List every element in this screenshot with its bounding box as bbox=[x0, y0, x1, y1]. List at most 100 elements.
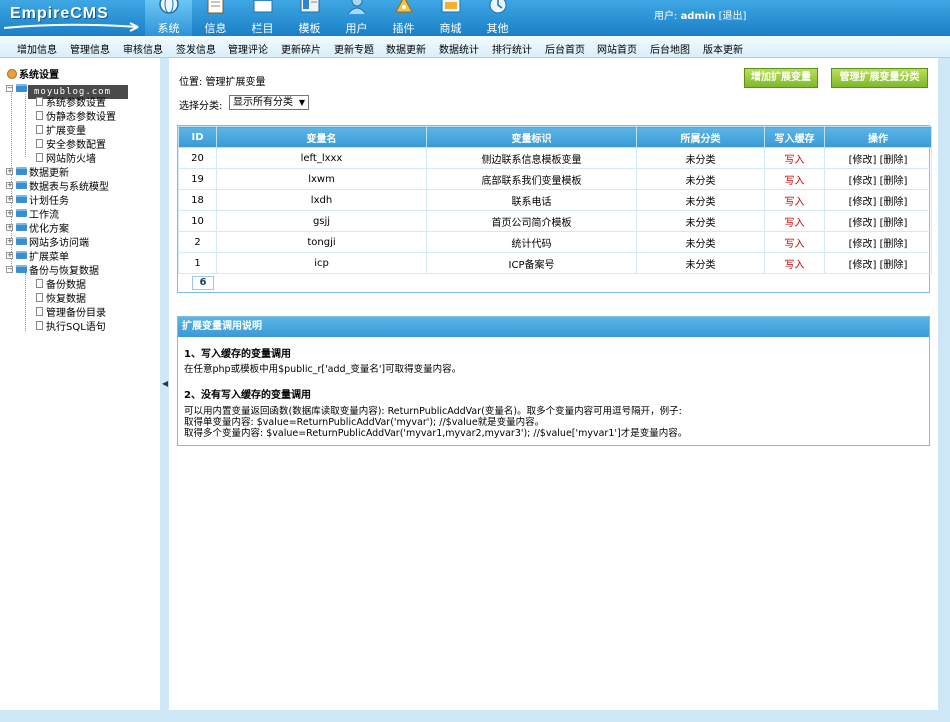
folder-icon bbox=[16, 181, 27, 189]
row-actions[interactable]: [修改] [删除] bbox=[824, 252, 932, 274]
expand-icon[interactable]: + bbox=[6, 209, 13, 217]
submenu-review-info[interactable]: 审核信息 bbox=[123, 41, 163, 56]
sidebar-item-backup-data[interactable]: 备份数据 bbox=[36, 276, 86, 291]
table-row: 1 icp ICP备案号 未分类 写入 [修改] [删除] bbox=[178, 252, 932, 274]
sidebar-item-data-update[interactable]: + 数据更新 bbox=[6, 164, 69, 179]
tree-line bbox=[25, 94, 26, 157]
row-actions[interactable]: [修改] [删除] bbox=[824, 189, 932, 211]
row-actions[interactable]: [修改] [删除] bbox=[824, 147, 932, 169]
row-actions[interactable]: [修改] [删除] bbox=[824, 168, 932, 190]
row-actions[interactable]: [修改] [删除] bbox=[824, 210, 932, 232]
breadcrumb: 位置: 管理扩展变量 bbox=[179, 77, 266, 88]
sidebar-item-rewrite-params[interactable]: 伪静态参数设置 bbox=[36, 108, 116, 123]
cache-status: 写入 bbox=[764, 189, 825, 211]
submenu-update-fragments[interactable]: 更新碎片 bbox=[281, 41, 321, 56]
sidebar-item-system-params[interactable]: 系统参数设置 bbox=[36, 94, 106, 109]
table-row: 18 lxdh 联系电话 未分类 写入 [修改] [删除] bbox=[178, 189, 932, 211]
username: admin bbox=[680, 11, 716, 22]
settings-gear-icon bbox=[7, 68, 17, 79]
expand-icon[interactable]: + bbox=[6, 223, 13, 231]
globe-icon bbox=[159, 0, 179, 14]
document-icon bbox=[36, 152, 43, 162]
document-icon bbox=[36, 110, 43, 120]
sidebar-item-optimize[interactable]: + 优化方案 bbox=[6, 220, 69, 235]
sidebar-item-backup-dirs[interactable]: 管理备份目录 bbox=[36, 304, 106, 319]
dropdown-arrow-icon: ▼ bbox=[298, 98, 305, 107]
nav-shop[interactable]: 商城 bbox=[427, 0, 474, 36]
page-count[interactable]: 6 bbox=[192, 276, 214, 290]
sidebar-splitter[interactable]: ◀ bbox=[160, 58, 169, 710]
folder-icon bbox=[16, 251, 27, 259]
row-actions[interactable]: [修改] [删除] bbox=[824, 231, 932, 253]
col-var-name: 变量名 bbox=[216, 126, 427, 148]
sidebar-item-extend-vars[interactable]: 扩展变量 bbox=[36, 122, 86, 137]
col-id: ID bbox=[178, 126, 217, 148]
collapse-icon[interactable]: − bbox=[6, 265, 13, 273]
nav-plugin[interactable]: 插件 bbox=[380, 0, 427, 36]
main-content: 位置: 管理扩展变量 增加扩展变量 管理扩展变量分类 选择分类: 显示所有分类 … bbox=[169, 58, 938, 710]
plugin-icon bbox=[395, 0, 413, 13]
folder-icon bbox=[16, 209, 27, 217]
pager: 6 bbox=[178, 274, 929, 292]
collapse-icon[interactable]: − bbox=[6, 84, 13, 92]
main-nav: 系统 信息 栏目 模板 用户 插件 商城 其他 bbox=[145, 0, 521, 36]
nav-user[interactable]: 用户 bbox=[333, 0, 380, 36]
expand-icon[interactable]: + bbox=[6, 167, 13, 175]
expand-icon[interactable]: + bbox=[6, 251, 13, 259]
nav-info[interactable]: 信息 bbox=[192, 0, 239, 36]
submenu-sign-info[interactable]: 签发信息 bbox=[176, 41, 216, 56]
submenu-data-update[interactable]: 数据更新 bbox=[386, 41, 426, 56]
expand-icon[interactable]: + bbox=[6, 237, 13, 245]
window-icon bbox=[253, 0, 273, 13]
expand-icon[interactable]: + bbox=[6, 195, 13, 203]
sidebar-item-scheduled-tasks[interactable]: + 计划任务 bbox=[6, 192, 69, 207]
sidebar-item-workflow[interactable]: + 工作流 bbox=[6, 206, 59, 221]
document-icon bbox=[36, 306, 43, 316]
help-heading-1: 1、写入缓存的变量调用 bbox=[184, 349, 291, 360]
add-variable-button[interactable]: 增加扩展变量 bbox=[744, 68, 818, 88]
nav-column[interactable]: 栏目 bbox=[239, 0, 286, 36]
manage-variable-class-button[interactable]: 管理扩展变量分类 bbox=[831, 68, 928, 88]
submenu-admin-map[interactable]: 后台地图 bbox=[650, 41, 690, 56]
col-var-label: 变量标识 bbox=[426, 126, 637, 148]
template-icon bbox=[300, 0, 320, 13]
help-panel: 扩展变量调用说明 1、写入缓存的变量调用 在任意php或模板中用$public_… bbox=[177, 316, 930, 446]
submenu-admin-home[interactable]: 后台首页 bbox=[545, 41, 585, 56]
sidebar-item-restore-data[interactable]: 恢复数据 bbox=[36, 290, 86, 305]
table-header-row: ID 变量名 变量标识 所属分类 写入缓存 操作 bbox=[178, 126, 932, 148]
right-frame-edge bbox=[938, 58, 950, 710]
table-row: 2 tongji 统计代码 未分类 写入 [修改] [删除] bbox=[178, 231, 932, 253]
document-icon bbox=[36, 278, 43, 288]
sidebar-item-security-params[interactable]: 安全参数配置 bbox=[36, 136, 106, 151]
sidebar-item-exec-sql[interactable]: 执行SQL语句 bbox=[36, 318, 106, 333]
help-title: 扩展变量调用说明 bbox=[178, 317, 929, 337]
help-heading-2: 2、没有写入缓存的变量调用 bbox=[184, 390, 311, 401]
submenu-data-stats[interactable]: 数据统计 bbox=[439, 41, 479, 56]
submenu-manage-comments[interactable]: 管理评论 bbox=[228, 41, 268, 56]
sidebar-item-multi-access[interactable]: + 网站多访问端 bbox=[6, 234, 89, 249]
submenu-manage-info[interactable]: 管理信息 bbox=[70, 41, 110, 56]
tree-root: 系统设置 bbox=[7, 66, 59, 81]
sidebar-item-backup-restore[interactable]: − 备份与恢复数据 bbox=[6, 262, 99, 277]
collapse-left-icon[interactable]: ◀ bbox=[162, 379, 168, 388]
nav-system[interactable]: 系统 bbox=[145, 0, 192, 36]
table-row: 20 left_lxxx 侧边联系信息模板变量 未分类 写入 [修改] [删除] bbox=[178, 147, 932, 169]
submenu-update-topics[interactable]: 更新专题 bbox=[334, 41, 374, 56]
logo-swoosh-icon bbox=[4, 22, 139, 32]
sidebar-item-tables-models[interactable]: + 数据表与系统模型 bbox=[6, 178, 109, 193]
sidebar-item-firewall[interactable]: 网站防火墙 bbox=[36, 150, 96, 165]
sidebar-item-extend-menu[interactable]: + 扩展菜单 bbox=[6, 248, 69, 263]
submenu-add-info[interactable]: 增加信息 bbox=[17, 41, 57, 56]
nav-other[interactable]: 其他 bbox=[474, 0, 521, 36]
col-cache: 写入缓存 bbox=[764, 126, 825, 148]
user-icon bbox=[347, 0, 367, 14]
submenu-site-home[interactable]: 网站首页 bbox=[597, 41, 637, 56]
help-text-4: 取得多个变量内容: $value=ReturnPublicAddVar('myv… bbox=[184, 428, 688, 439]
tree-node-system-settings[interactable]: − bbox=[6, 81, 29, 95]
class-filter-select[interactable]: 显示所有分类 ▼ bbox=[229, 95, 309, 110]
submenu-rank-stats[interactable]: 排行统计 bbox=[492, 41, 532, 56]
nav-template[interactable]: 模板 bbox=[286, 0, 333, 36]
expand-icon[interactable]: + bbox=[6, 181, 13, 189]
submenu-version-update[interactable]: 版本更新 bbox=[703, 41, 743, 56]
logout-link[interactable]: [退出] bbox=[719, 11, 747, 22]
